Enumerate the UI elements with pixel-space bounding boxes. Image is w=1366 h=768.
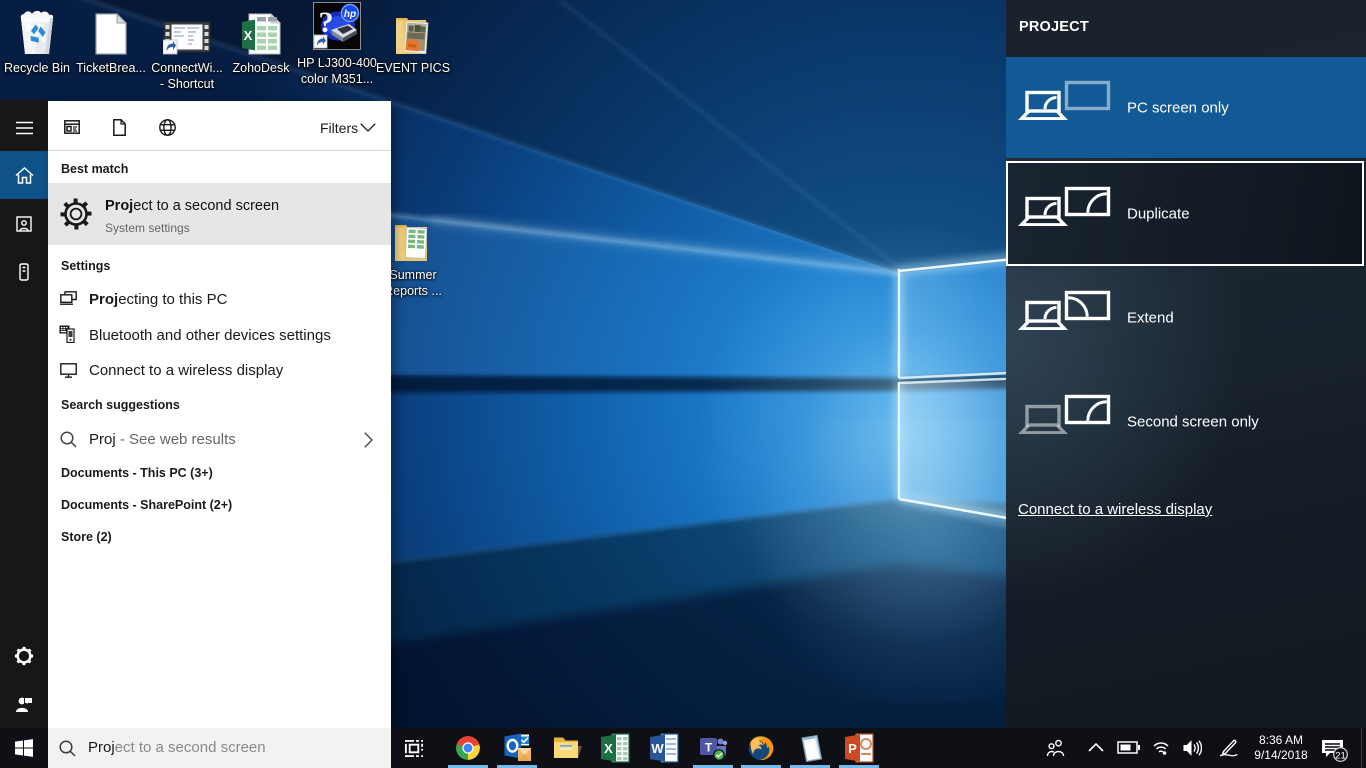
svg-text:?: ? bbox=[319, 6, 334, 39]
svg-text:21: 21 bbox=[1335, 750, 1346, 761]
svg-text:W: W bbox=[651, 741, 664, 756]
svg-text:hp: hp bbox=[344, 9, 356, 20]
svg-text:T: T bbox=[705, 741, 713, 755]
svg-text:X: X bbox=[244, 28, 253, 43]
svg-text:P: P bbox=[848, 741, 857, 756]
svg-text:X: X bbox=[604, 741, 613, 756]
